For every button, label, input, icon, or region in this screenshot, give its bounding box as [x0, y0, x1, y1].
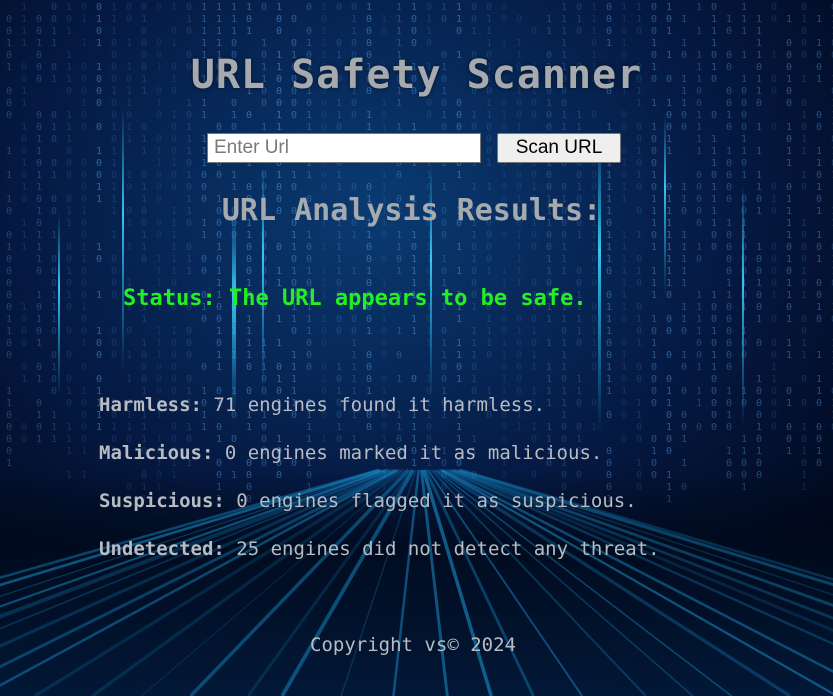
suspicious-stat: Suspicious: 0 engines flagged it as susp…	[99, 490, 637, 512]
undetected-label: Undetected:	[99, 538, 225, 560]
scan-url-button[interactable]: Scan URL	[497, 133, 621, 163]
malicious-text: 0 engines marked it as malicious.	[213, 442, 603, 464]
harmless-label: Harmless:	[99, 394, 202, 416]
undetected-stat: Undetected: 25 engines did not detect an…	[99, 538, 660, 560]
suspicious-text: 0 engines flagged it as suspicious.	[224, 490, 637, 512]
suspicious-label: Suspicious:	[99, 490, 225, 512]
undetected-text: 25 engines did not detect any threat.	[224, 538, 660, 560]
results-heading: URL Analysis Results:	[221, 193, 602, 228]
malicious-label: Malicious:	[99, 442, 214, 464]
footer-copyright: Copyright vs© 2024	[310, 634, 516, 656]
page-title: URL Safety Scanner	[190, 52, 643, 98]
malicious-stat: Malicious: 0 engines marked it as malici…	[99, 442, 602, 464]
page-content: URL Safety Scanner Scan URL URL Analysis…	[0, 0, 833, 696]
harmless-stat: Harmless: 71 engines found it harmless.	[99, 394, 545, 416]
status-message: Status: The URL appears to be safe.	[123, 286, 587, 311]
harmless-text: 71 engines found it harmless.	[201, 394, 546, 416]
url-input[interactable]	[207, 133, 481, 163]
